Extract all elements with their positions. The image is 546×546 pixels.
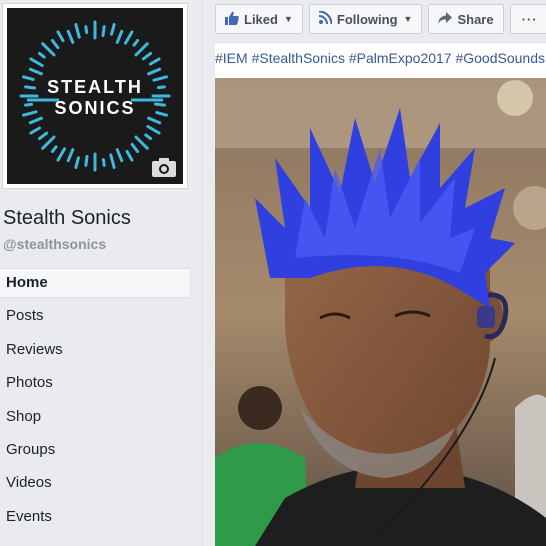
column-divider	[202, 0, 203, 546]
right-column: Liked ▼ Following ▼ Share ··· #IEM #Stea…	[207, 0, 546, 546]
nav-item-posts[interactable]: Posts	[0, 301, 191, 331]
nav-item-home[interactable]: Home	[0, 268, 191, 298]
logo-text-line1: STEALTH	[47, 77, 143, 97]
chevron-down-icon: ▼	[283, 14, 293, 24]
nav-item-reviews[interactable]: Reviews	[0, 335, 191, 365]
more-dots-icon: ···	[521, 11, 538, 27]
profile-picture-frame[interactable]: STEALTH SONICS	[2, 3, 188, 189]
post-hashtags[interactable]: #IEM #StealthSonics #PalmExpo2017 #GoodS…	[215, 50, 546, 66]
chevron-down-icon: ▼	[403, 14, 413, 24]
post-photo[interactable]	[215, 78, 546, 546]
camera-icon[interactable]	[151, 156, 177, 178]
liked-button[interactable]: Liked ▼	[215, 4, 303, 34]
share-label: Share	[457, 11, 494, 27]
nav-item-shop[interactable]: Shop	[0, 402, 191, 432]
more-options-button[interactable]: ···	[509, 4, 546, 34]
page-handle[interactable]: @stealthsonics	[3, 236, 106, 252]
page-action-bar: Liked ▼ Following ▼ Share ···	[215, 4, 546, 34]
rss-icon	[318, 10, 333, 27]
share-button[interactable]: Share	[428, 4, 504, 34]
share-arrow-icon	[438, 11, 453, 27]
nav-item-events[interactable]: Events	[0, 502, 191, 532]
thumbs-up-icon	[225, 11, 239, 28]
page-name[interactable]: Stealth Sonics	[3, 207, 131, 230]
nav-item-groups[interactable]: Groups	[0, 435, 191, 465]
page-nav: Home Posts Reviews Photos Shop Groups Vi…	[0, 268, 191, 535]
liked-label: Liked	[244, 11, 278, 27]
following-button[interactable]: Following ▼	[308, 4, 423, 34]
nav-item-videos[interactable]: Videos	[0, 468, 191, 498]
photo-image	[215, 78, 546, 546]
nav-item-photos[interactable]: Photos	[0, 368, 191, 398]
profile-picture[interactable]: STEALTH SONICS	[7, 8, 183, 184]
left-column: STEALTH SONICS Stealth Sonics @stealthso…	[0, 0, 202, 546]
following-label: Following	[336, 11, 398, 27]
logo-text-line2: SONICS	[54, 98, 135, 118]
